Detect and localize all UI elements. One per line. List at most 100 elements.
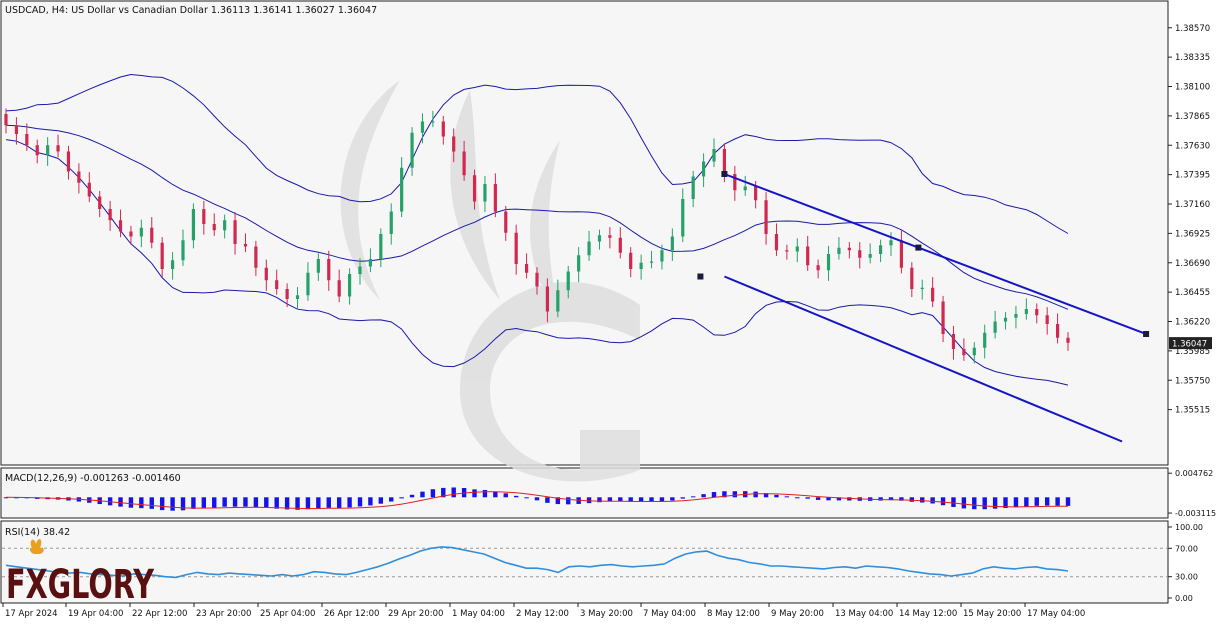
macd-bar: [170, 497, 175, 511]
macd-bar: [961, 497, 967, 509]
time-tick-label: 8 May 12:00: [707, 609, 760, 619]
macd-bar: [378, 497, 384, 504]
rsi-tick-label: 30.00: [1175, 573, 1198, 582]
macd-bar: [972, 497, 977, 510]
macd-bar: [680, 497, 685, 499]
time-tick-label: 15 May 20:00: [963, 609, 1021, 619]
macd-bar: [232, 497, 238, 507]
rsi-label: RSI(14) 38.42: [5, 527, 70, 538]
macd-tick-label: -0.003115: [1175, 509, 1216, 518]
price-panel: [0, 0, 1169, 466]
macd-bar: [118, 497, 123, 507]
macd-bar: [409, 494, 415, 498]
macd-bar: [482, 489, 488, 498]
time-tick-label: 13 May 04:00: [835, 609, 893, 619]
rsi-tick-label: 70.00: [1175, 544, 1198, 553]
macd-bar: [128, 497, 134, 508]
time-tick-label: 14 May 12:00: [899, 609, 957, 619]
channel-anchor: [1143, 331, 1150, 337]
macd-bar: [451, 487, 456, 498]
price-tick-label: 1.38335: [1175, 53, 1210, 63]
macd-bar: [222, 497, 227, 507]
trading-chart: 1.38570 1.38335 1.38100 1.37865 1.37630 1.373…: [0, 0, 1216, 619]
price-tick-label: 1.37160: [1175, 200, 1210, 210]
macd-bar: [149, 497, 154, 509]
price-tick-label: 1.36220: [1175, 318, 1210, 328]
time-tick-label: 17 May 04:00: [1027, 609, 1085, 619]
time-tick-label: 19 Apr 04:00: [68, 609, 123, 619]
price-tick-label: 1.38100: [1175, 83, 1210, 93]
macd-bar: [399, 497, 404, 499]
macd-bar: [951, 497, 956, 507]
time-tick-label: 17 Apr 2024: [5, 609, 58, 619]
macd-bar: [701, 494, 706, 498]
macd-bar: [930, 497, 935, 504]
macd-bar: [357, 497, 363, 507]
macd-label: MACD(12,26,9) -0.001263 -0.001460: [5, 473, 181, 484]
macd-bar: [909, 497, 915, 502]
macd-bar: [243, 497, 248, 507]
channel-anchor: [915, 244, 922, 251]
time-tick-label: 7 May 04:00: [643, 609, 696, 619]
macd-bar: [191, 497, 196, 509]
time-tick-label: 29 Apr 20:00: [388, 609, 443, 619]
macd-bar: [305, 497, 311, 510]
price-tick-label: 1.35515: [1175, 406, 1210, 416]
macd-bar: [1044, 497, 1050, 506]
macd-bar: [368, 497, 373, 506]
macd-bar: [212, 497, 217, 508]
rsi-tick-label: 0.00: [1175, 594, 1193, 603]
macd-bar: [326, 497, 331, 508]
macd-bar: [534, 497, 540, 501]
time-tick-label: 9 May 20:00: [771, 609, 824, 619]
rsi-tick-label: 100.00: [1175, 523, 1203, 532]
macd-bar: [815, 497, 821, 500]
macd-bar: [711, 492, 717, 498]
rsi-panel: [0, 520, 1169, 604]
macd-bar: [503, 493, 508, 498]
macd-bar: [159, 497, 165, 511]
macd-bar: [347, 497, 352, 508]
macd-bar: [732, 491, 738, 498]
macd-bar: [201, 497, 207, 509]
macd-bar: [586, 497, 592, 504]
symbol-header: USDCAD, H4: US Dollar vs Canadian Dollar…: [5, 5, 377, 16]
macd-bar: [253, 497, 259, 508]
macd-bar: [139, 497, 144, 509]
macd-bar: [670, 497, 675, 501]
price-axis: 1.38570 1.38335 1.38100 1.37865 1.37630 1.373…: [1168, 24, 1212, 416]
macd-bar: [1055, 497, 1060, 506]
price-tick-label: 1.37630: [1175, 141, 1210, 151]
macd-bar: [389, 497, 394, 502]
macd-bar: [982, 497, 987, 510]
time-tick-label: 3 May 20:00: [580, 609, 633, 619]
price-tick-label: 1.36925: [1175, 229, 1210, 239]
macd-bar: [784, 496, 790, 498]
macd-bar: [1013, 497, 1019, 508]
macd-bar: [472, 489, 477, 498]
macd-bar: [920, 497, 925, 503]
macd-bar: [274, 497, 279, 509]
price-tick-label: 1.36690: [1175, 259, 1210, 269]
time-tick-label: 23 Apr 20:00: [196, 609, 251, 619]
macd-bar: [940, 497, 946, 506]
channel-anchor: [721, 171, 728, 177]
time-tick-label: 1 May 04:00: [452, 609, 505, 619]
macd-bar: [690, 496, 696, 498]
time-tick-label: 2 May 12:00: [516, 609, 569, 619]
macd-bar: [336, 497, 342, 509]
macd-tick-label: 0.004762: [1175, 469, 1213, 478]
macd-bar: [430, 489, 436, 498]
time-tick-label: 22 Apr 12:00: [132, 609, 187, 619]
logo-text: FXGLORY: [6, 562, 155, 608]
current-price-label: 1.36047: [1172, 340, 1207, 350]
time-tick-label: 26 Apr 12:00: [324, 609, 379, 619]
macd-bar: [795, 497, 800, 499]
macd-bar: [753, 491, 758, 498]
macd-bar: [420, 491, 425, 498]
macd-bar: [524, 497, 529, 499]
time-axis: 17 Apr 2024 19 Apr 04:00 22 Apr 12:00 23 Ap…: [2, 603, 1085, 619]
price-tick-label: 1.37865: [1175, 112, 1210, 122]
time-tick-label: 25 Apr 04:00: [260, 609, 315, 619]
macd-bar: [1024, 497, 1029, 507]
